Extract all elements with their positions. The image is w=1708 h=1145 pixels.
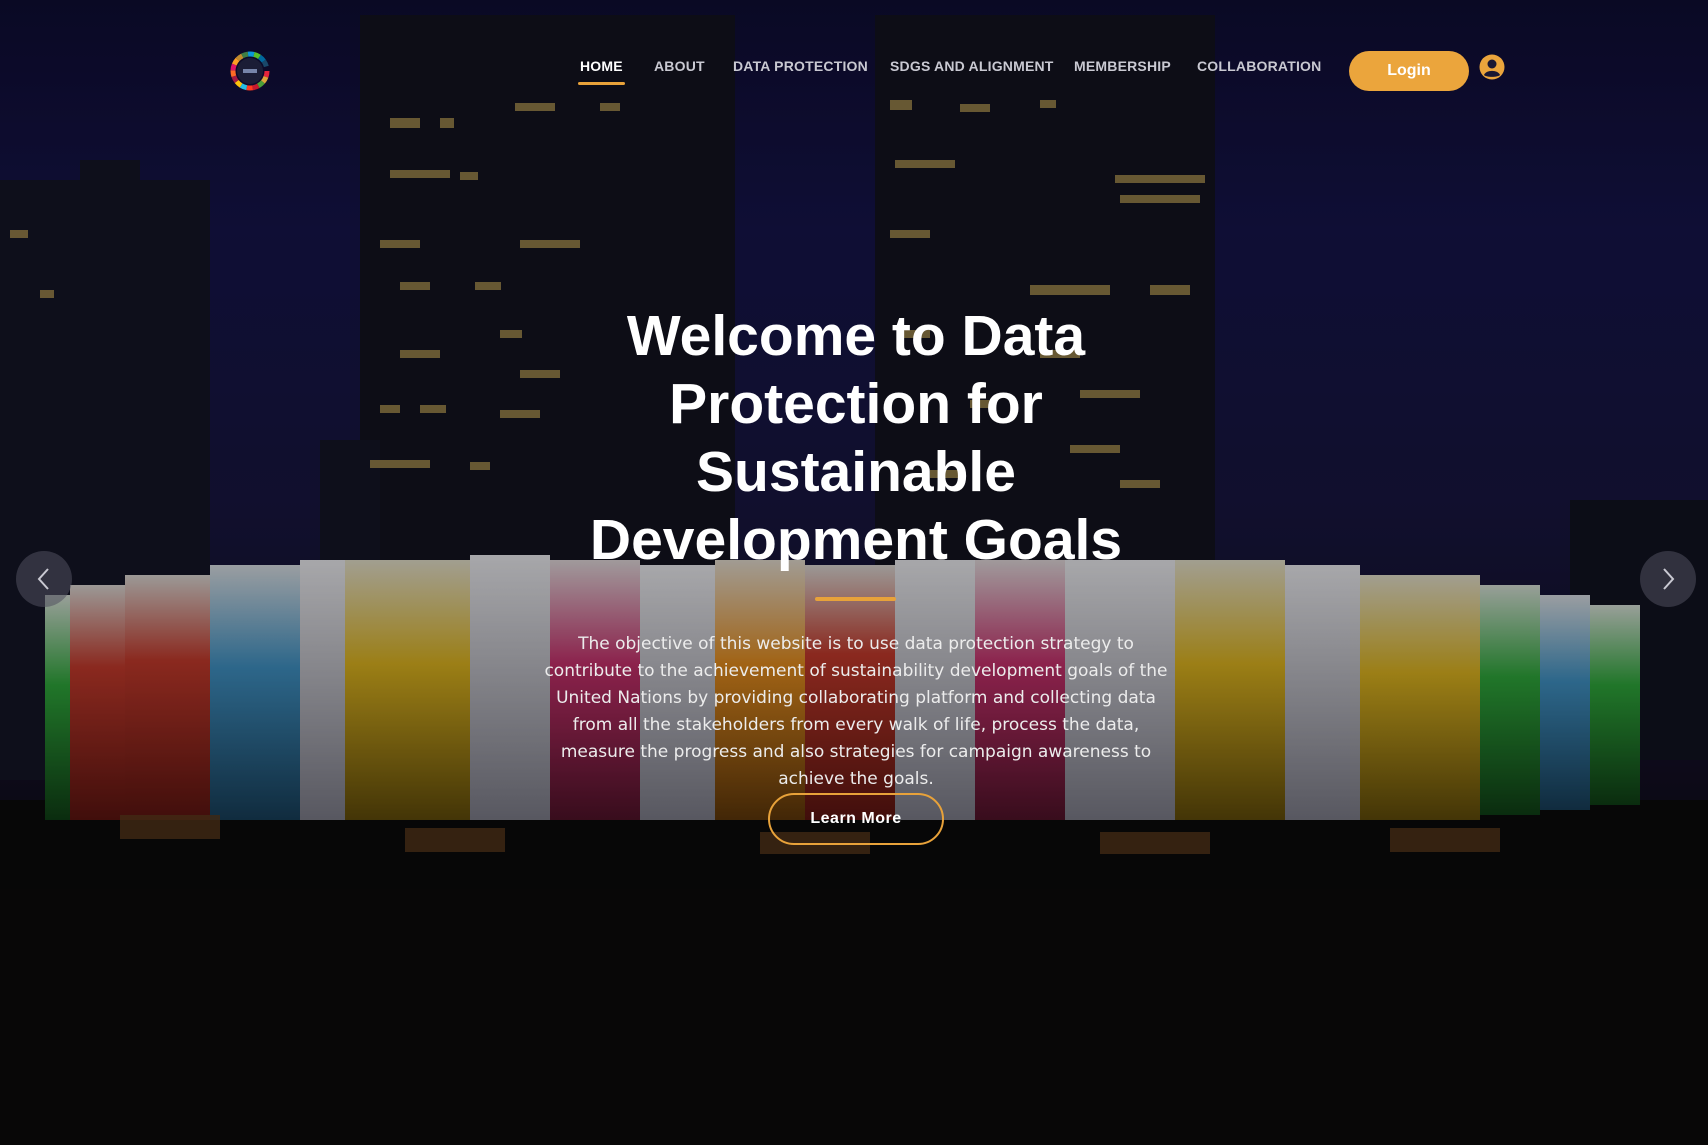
hero-description: The objective of this website is to use … <box>544 634 1168 789</box>
learn-more-button[interactable]: Learn More <box>768 793 944 845</box>
nav-item-membership[interactable]: MEMBERSHIP <box>1074 58 1171 74</box>
login-button[interactable]: Login <box>1349 51 1469 91</box>
carousel-prev-button[interactable] <box>16 551 72 607</box>
nav-item-home[interactable]: HOME <box>578 58 625 85</box>
sdg-wheel-logo[interactable] <box>230 51 270 91</box>
hero-title-line: Development Goals <box>589 508 1123 572</box>
chevron-right-icon <box>1663 568 1675 590</box>
hero-section: HOME ABOUT DATA PROTECTION SDGS AND ALIG… <box>0 0 1708 1145</box>
hero-title-line: Protection for <box>669 372 1043 436</box>
nav-item-collaboration[interactable]: COLLABORATION <box>1197 58 1321 74</box>
user-circle-icon[interactable] <box>1479 54 1505 80</box>
chevron-left-icon <box>37 568 49 590</box>
nav-item-about[interactable]: ABOUT <box>654 58 705 74</box>
hero-title-line: Welcome to Data <box>626 304 1086 368</box>
nav-item-data-protection[interactable]: DATA PROTECTION <box>733 58 868 74</box>
hero-title-line: Sustainable <box>696 440 1016 504</box>
nav-item-sdgs-and-alignment[interactable]: SDGS AND ALIGNMENT <box>890 58 1054 74</box>
title-divider <box>815 597 896 601</box>
hero-title: Welcome to Data Protection for Sustainab… <box>554 302 1158 574</box>
carousel-next-button[interactable] <box>1640 551 1696 607</box>
